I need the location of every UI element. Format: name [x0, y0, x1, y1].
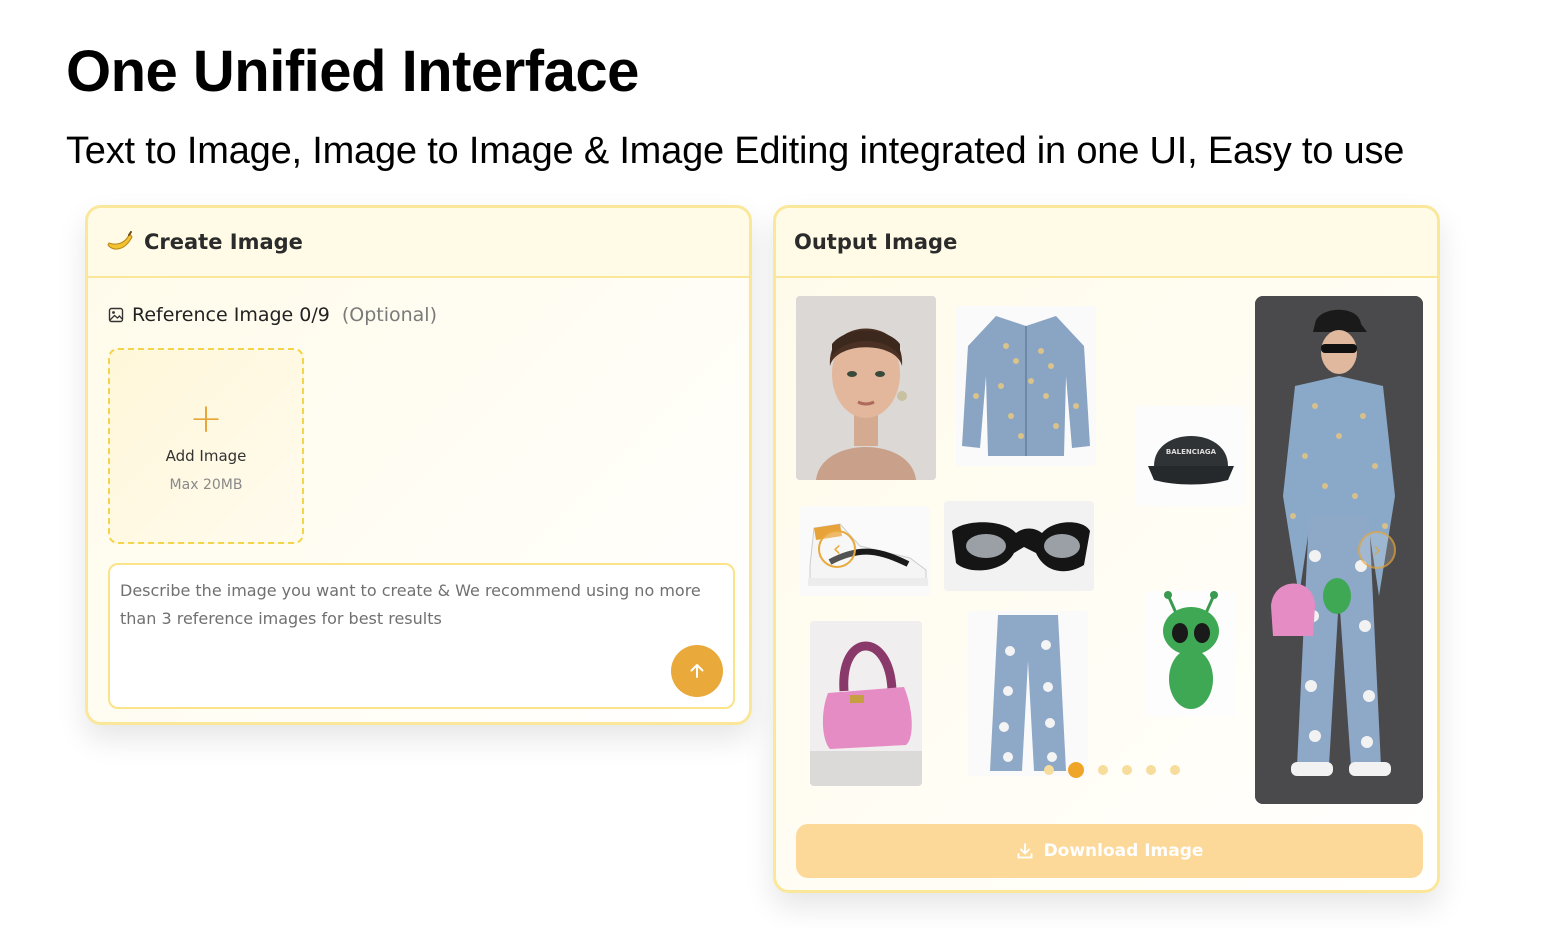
cap-logo-text: BALENCIAGA: [1166, 448, 1217, 456]
max-size-label: Max 20MB: [169, 477, 243, 493]
output-carousel: BALENCIAGA ‹ ›: [796, 296, 1423, 806]
chevron-left-icon: ‹: [832, 536, 842, 562]
carousel-dot[interactable]: [1146, 765, 1156, 775]
thumbnail-green-alien-toy: [1146, 591, 1236, 716]
thumbnail-floral-jeans: [968, 611, 1088, 776]
create-panel-header: Create Image: [88, 208, 749, 278]
add-image-dropzone[interactable]: + Add Image Max 20MB: [108, 348, 304, 544]
prompt-input[interactable]: [110, 565, 733, 707]
thumbnail-black-cap: BALENCIAGA: [1136, 406, 1246, 506]
thumbnail-sunglasses: [944, 501, 1094, 591]
thumbnail-pink-handbag: [810, 621, 922, 786]
carousel-dot[interactable]: [1170, 765, 1180, 775]
download-icon: [1017, 843, 1032, 859]
download-label: Download Image: [1043, 841, 1204, 861]
plus-icon: +: [189, 396, 223, 442]
reference-image-label: Reference Image 0/9 (Optional): [108, 304, 437, 326]
banana-icon: [107, 231, 133, 250]
carousel-dot[interactable]: [1098, 765, 1108, 775]
arrow-up-icon: [690, 664, 704, 678]
send-button[interactable]: [671, 645, 723, 697]
create-image-panel: Create Image Reference Image 0/9 (Option…: [85, 205, 752, 725]
create-panel-title: Create Image: [144, 230, 303, 254]
output-image-panel: Output Image BALENCIAGA ‹ › Download Ima…: [773, 205, 1440, 893]
carousel-dot[interactable]: [1068, 762, 1084, 778]
thumbnail-styled-result: [1255, 296, 1423, 804]
thumbnail-denim-jacket: [956, 306, 1096, 466]
page-title: One Unified Interface: [66, 39, 639, 104]
carousel-prev-button[interactable]: ‹: [818, 530, 856, 568]
prompt-box: [108, 563, 735, 709]
carousel-dot[interactable]: [1044, 765, 1054, 775]
carousel-next-button[interactable]: ›: [1358, 531, 1396, 569]
image-icon: [108, 307, 124, 323]
carousel-dots: [1044, 762, 1180, 778]
thumbnail-portrait: [796, 296, 936, 480]
output-panel-header: Output Image: [776, 208, 1437, 278]
reference-count: Reference Image 0/9: [132, 304, 330, 326]
page-subtitle: Text to Image, Image to Image & Image Ed…: [66, 130, 1405, 172]
download-image-button[interactable]: Download Image: [796, 824, 1423, 878]
add-image-label: Add Image: [165, 447, 247, 465]
carousel-dot[interactable]: [1122, 765, 1132, 775]
output-panel-title: Output Image: [794, 230, 958, 254]
reference-optional: (Optional): [341, 304, 438, 326]
chevron-right-icon: ›: [1372, 537, 1382, 563]
